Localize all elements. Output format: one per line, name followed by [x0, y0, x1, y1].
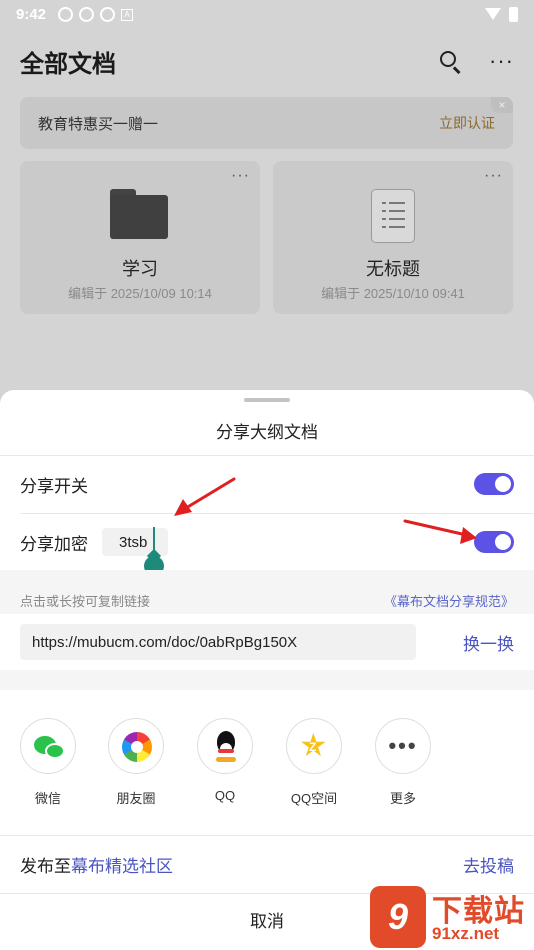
document-card-untitled[interactable]: ··· 无标题 编辑于 2025/10/10 09:41: [273, 161, 513, 314]
document-name: 无标题: [366, 259, 420, 279]
promo-verify-link[interactable]: 立即认证: [439, 113, 495, 133]
share-target-label: 朋友圈: [116, 791, 156, 806]
promo-text: 教育特惠买一赠一: [38, 115, 159, 133]
share-link-row: https://mubucm.com/doc/0abRpBg150X 换一换: [0, 614, 534, 670]
share-switch-label: 分享开关: [20, 476, 88, 496]
system-icons: [485, 6, 518, 22]
card-more-icon[interactable]: ···: [484, 167, 503, 185]
battery-icon: [509, 6, 518, 22]
submit-post-link[interactable]: 去投稿: [463, 852, 514, 877]
app-header: 全部文档 ···: [0, 36, 534, 86]
close-icon[interactable]: ×: [491, 97, 513, 113]
share-password-label: 分享加密: [20, 534, 88, 554]
regenerate-link-button[interactable]: 换一换: [463, 630, 514, 655]
watermark-logo: 9 下载站 91xz.net: [370, 886, 534, 950]
document-edited-date: 编辑于 2025/10/09 10:14: [68, 286, 212, 301]
community-link[interactable]: 幕布精选社区: [71, 852, 173, 877]
wifi-icon: [485, 8, 501, 20]
share-target-label: 更多: [389, 791, 416, 806]
watermark-url: 91xz.net: [432, 924, 500, 943]
section-gap: [0, 670, 534, 690]
document-list-page: 9:42 A 全部文档 ··· 教育特惠买一赠一 立即认证 × ··· 学习 编…: [0, 0, 534, 400]
status-bar: 9:42 A: [0, 0, 534, 28]
notification-icons: A: [58, 6, 134, 22]
share-url-field[interactable]: https://mubucm.com/doc/0abRpBg150X: [20, 624, 416, 660]
document-icon: [371, 189, 415, 243]
publish-prefix: 发布至: [20, 856, 71, 876]
promo-banner[interactable]: 教育特惠买一赠一 立即认证 ×: [20, 97, 513, 149]
document-name: 学习: [122, 259, 158, 279]
share-target-label: QQ: [214, 788, 236, 803]
moments-icon[interactable]: [108, 718, 164, 774]
header-actions: ···: [439, 50, 514, 74]
sheet-title: 分享大纲文档: [216, 423, 318, 442]
copy-hint: 点击或长按可复制链接: [20, 593, 151, 609]
share-policy-link[interactable]: 《幕布文档分享规范》: [384, 591, 514, 610]
sheet-drag-handle[interactable]: [244, 398, 290, 402]
share-target-qzone[interactable]: ★ Z QQ空间: [279, 718, 349, 807]
share-targets: 微信 朋友圈 QQ ★ Z QQ空间 ••• 更多: [0, 690, 534, 836]
share-target-more[interactable]: ••• 更多: [368, 718, 438, 807]
wechat-icon[interactable]: [20, 718, 76, 774]
password-field[interactable]: 3tsb: [102, 528, 168, 556]
share-target-wechat[interactable]: 微信: [13, 718, 83, 807]
share-switch-toggle[interactable]: [474, 473, 514, 495]
share-target-label: QQ空间: [290, 791, 338, 806]
share-target-moments[interactable]: 朋友圈: [101, 718, 171, 807]
search-icon[interactable]: [439, 50, 461, 74]
app-notification-icon: [79, 6, 95, 22]
card-more-icon[interactable]: ···: [231, 167, 250, 185]
publish-row: 发布至 幕布精选社区 去投稿: [0, 836, 534, 892]
a-notification-icon: A: [121, 8, 134, 21]
status-time: 9:42: [16, 5, 47, 23]
share-target-label: 微信: [34, 791, 61, 806]
share-switch-row: 分享开关: [0, 456, 534, 512]
qzone-icon[interactable]: ★ Z: [286, 718, 342, 774]
app-notification-icon: [58, 6, 74, 22]
page-title: 全部文档: [20, 50, 116, 78]
hint-row: 点击或长按可复制链接 《幕布文档分享规范》: [0, 588, 534, 612]
app-notification-icon: [100, 6, 116, 22]
more-icon[interactable]: •••: [375, 718, 431, 774]
document-card-study[interactable]: ··· 学习 编辑于 2025/10/09 10:14: [20, 161, 260, 314]
share-target-qq[interactable]: QQ: [190, 718, 260, 803]
qq-icon[interactable]: [197, 718, 253, 774]
more-options-icon[interactable]: ···: [489, 50, 514, 72]
folder-icon: [110, 189, 168, 239]
watermark-emblem: 9: [370, 886, 426, 948]
share-password-row: 分享加密 3tsb: [0, 514, 534, 570]
document-edited-date: 编辑于 2025/10/10 09:41: [321, 286, 465, 301]
share-password-toggle[interactable]: [474, 531, 514, 553]
